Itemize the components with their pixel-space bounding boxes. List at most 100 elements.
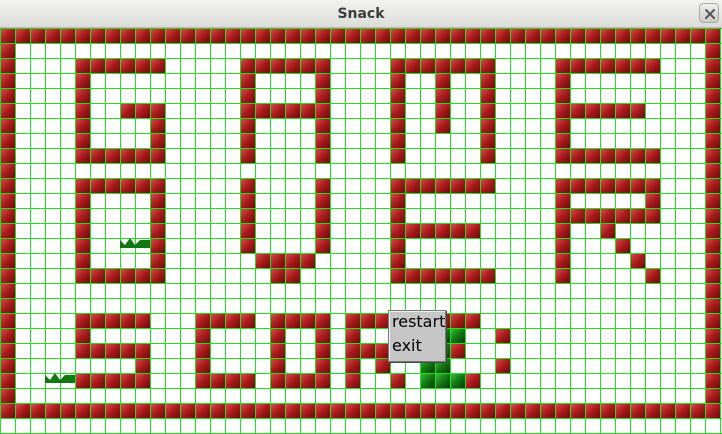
brick-cell	[271, 104, 285, 118]
brick-cell	[61, 404, 75, 418]
exit-menu-item[interactable]: exit	[392, 336, 422, 356]
window-titlebar[interactable]: Snack	[0, 0, 722, 28]
brick-cell	[631, 104, 645, 118]
brick-cell	[211, 374, 225, 388]
brick-cell	[106, 344, 120, 358]
brick-cell	[616, 179, 630, 193]
brick-cell	[286, 269, 300, 283]
brick-cell	[151, 404, 165, 418]
brick-cell	[421, 179, 435, 193]
brick-cell	[151, 239, 165, 253]
brick-cell	[1, 224, 15, 238]
brick-cell	[391, 194, 405, 208]
brick-cell	[541, 29, 555, 43]
brick-cell	[76, 239, 90, 253]
brick-cell	[316, 239, 330, 253]
window-close-button[interactable]	[699, 3, 719, 23]
brick-cell	[226, 374, 240, 388]
brick-cell	[241, 104, 255, 118]
brick-cell	[646, 59, 660, 73]
brick-cell	[76, 269, 90, 283]
brick-cell	[241, 149, 255, 163]
brick-cell	[241, 194, 255, 208]
brick-cell	[406, 224, 420, 238]
brick-cell	[1, 404, 15, 418]
brick-cell	[466, 29, 480, 43]
brick-cell	[556, 89, 570, 103]
brick-cell	[436, 269, 450, 283]
brick-cell	[556, 224, 570, 238]
brick-cell	[361, 314, 375, 328]
brick-cell	[436, 74, 450, 88]
brick-cell	[706, 119, 720, 133]
brick-cell	[76, 404, 90, 418]
brick-cell	[256, 404, 270, 418]
brick-cell	[586, 209, 600, 223]
brick-cell	[466, 179, 480, 193]
brick-cell	[391, 254, 405, 268]
brick-cell	[241, 59, 255, 73]
brick-cell	[631, 254, 645, 268]
brick-cell	[91, 179, 105, 193]
game-over-menu: restart exit	[388, 310, 446, 362]
brick-cell	[586, 59, 600, 73]
brick-cell	[121, 59, 135, 73]
brick-cell	[271, 314, 285, 328]
brick-cell	[466, 314, 480, 328]
brick-cell	[571, 149, 585, 163]
restart-menu-item[interactable]: restart	[392, 312, 445, 332]
brick-cell	[271, 269, 285, 283]
brick-cell	[316, 59, 330, 73]
brick-cell	[286, 314, 300, 328]
brick-cell	[136, 314, 150, 328]
brick-cell	[1, 74, 15, 88]
brick-cell	[601, 29, 615, 43]
brick-cell	[286, 59, 300, 73]
brick-cell	[241, 119, 255, 133]
brick-cell	[316, 224, 330, 238]
brick-cell	[421, 404, 435, 418]
brick-cell	[121, 269, 135, 283]
brick-cell	[151, 194, 165, 208]
brick-cell	[391, 74, 405, 88]
brick-cell	[196, 404, 210, 418]
brick-cell	[196, 314, 210, 328]
brick-cell	[481, 269, 495, 283]
brick-cell	[631, 404, 645, 418]
brick-cell	[91, 29, 105, 43]
brick-cell	[571, 104, 585, 118]
brick-cell	[241, 29, 255, 43]
brick-cell	[391, 29, 405, 43]
brick-cell	[76, 329, 90, 343]
brick-cell	[631, 29, 645, 43]
brick-cell	[556, 29, 570, 43]
brick-cell	[76, 119, 90, 133]
brick-cell	[151, 179, 165, 193]
brick-cell	[196, 359, 210, 373]
brick-cell	[706, 329, 720, 343]
brick-cell	[316, 89, 330, 103]
brick-cell	[151, 134, 165, 148]
brick-cell	[361, 29, 375, 43]
brick-cell	[346, 314, 360, 328]
brick-cell	[496, 29, 510, 43]
brick-cell	[391, 179, 405, 193]
brick-cell	[646, 194, 660, 208]
brick-cell	[406, 404, 420, 418]
brick-cell	[706, 359, 720, 373]
brick-cell	[586, 404, 600, 418]
brick-cell	[466, 374, 480, 388]
brick-cell	[136, 149, 150, 163]
brick-cell	[556, 104, 570, 118]
brick-cell	[1, 59, 15, 73]
brick-cell	[391, 59, 405, 73]
brick-cell	[481, 104, 495, 118]
brick-cell	[556, 194, 570, 208]
brick-cell	[106, 314, 120, 328]
brick-cell	[391, 209, 405, 223]
brick-cell	[391, 134, 405, 148]
brick-cell	[166, 29, 180, 43]
brick-cell	[1, 284, 15, 298]
brick-cell	[616, 209, 630, 223]
brick-cell	[1, 194, 15, 208]
